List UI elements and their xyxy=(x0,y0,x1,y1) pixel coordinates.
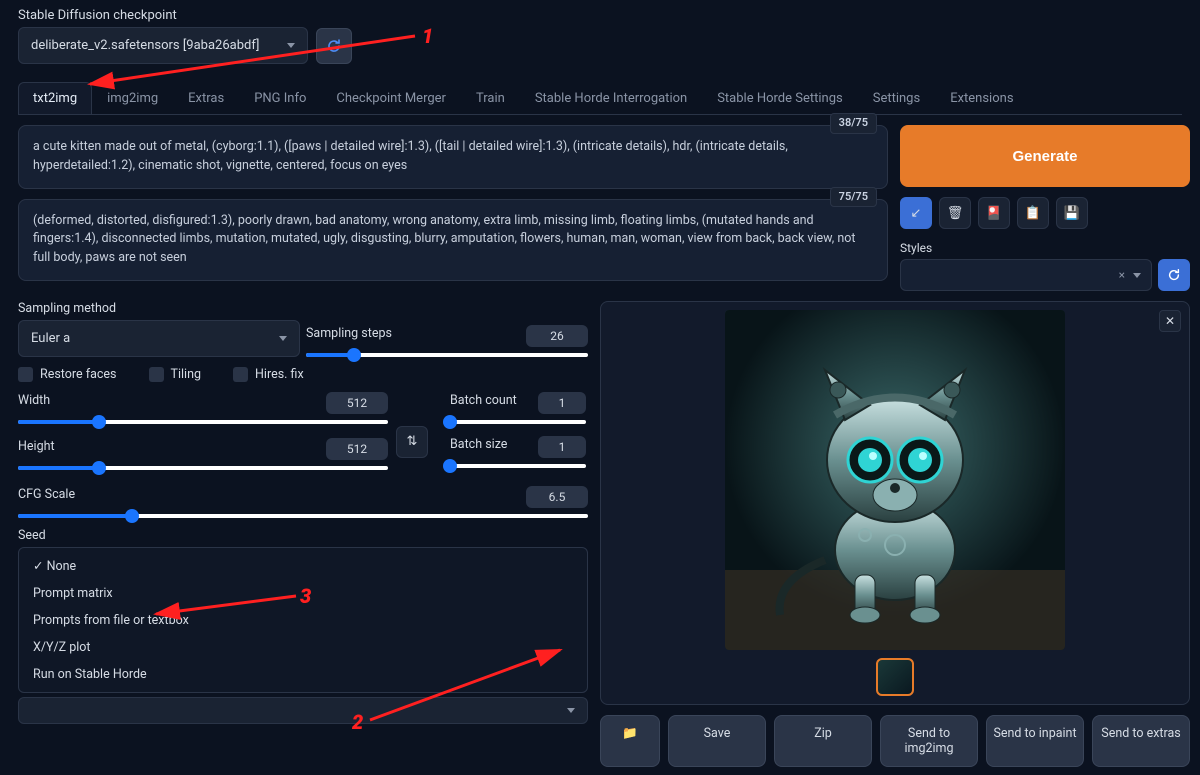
tab-img2img[interactable]: img2img xyxy=(92,82,173,114)
restore-faces-checkbox[interactable]: Restore faces xyxy=(18,367,117,382)
hires-fix-checkbox[interactable]: Hires. fix xyxy=(233,367,304,382)
trash-icon: 🗑 xyxy=(947,206,964,221)
generated-image[interactable] xyxy=(725,310,1065,650)
sampling-steps-slider[interactable] xyxy=(306,353,588,357)
script-menu-item[interactable]: ✓ None xyxy=(19,552,587,580)
main-tabs: txt2imgimg2imgExtrasPNG InfoCheckpoint M… xyxy=(18,82,1182,115)
close-output-button[interactable]: ✕ xyxy=(1159,310,1181,332)
save-button[interactable]: Save xyxy=(668,715,766,767)
checkpoint-value: deliberate_v2.safetensors [9aba26abdf] xyxy=(31,38,259,53)
sampling-method-select[interactable]: Euler a xyxy=(18,320,300,357)
sampling-method-label: Sampling method xyxy=(18,301,300,316)
width-value[interactable]: 512 xyxy=(326,392,388,414)
close-icon: ✕ xyxy=(1165,314,1175,328)
sampling-method-value: Euler a xyxy=(31,331,70,346)
tool-button-save[interactable]: 💾 xyxy=(1056,197,1088,229)
prompt-text: a cute kitten made out of metal, (cyborg… xyxy=(33,139,788,173)
script-select[interactable] xyxy=(18,697,588,724)
tool-button-1[interactable]: ↙ xyxy=(900,197,932,229)
chevron-down-icon xyxy=(279,336,287,341)
styles-label: Styles xyxy=(900,241,1190,255)
batch-count-label: Batch count xyxy=(450,393,517,408)
height-label: Height xyxy=(18,439,55,454)
chevron-down-icon xyxy=(1133,273,1141,278)
script-menu-item[interactable]: Run on Stable Horde xyxy=(19,661,587,688)
tool-button-3[interactable]: 🎴 xyxy=(978,197,1010,229)
zip-button[interactable]: Zip xyxy=(774,715,872,767)
tab-extras[interactable]: Extras xyxy=(173,82,239,114)
cfg-slider[interactable] xyxy=(18,514,588,518)
neg-prompt-token-count: 75/75 xyxy=(830,187,877,208)
send-extras-button[interactable]: Send to extras xyxy=(1092,715,1190,767)
image-icon: 🎴 xyxy=(986,206,1002,221)
tab-txt2img[interactable]: txt2img xyxy=(18,82,92,114)
send-inpaint-button[interactable]: Send to inpaint xyxy=(986,715,1084,767)
tab-extensions[interactable]: Extensions xyxy=(935,82,1028,114)
cfg-label: CFG Scale xyxy=(18,487,75,502)
tab-merger[interactable]: Checkpoint Merger xyxy=(321,82,461,114)
send-img2img-button[interactable]: Send to img2img xyxy=(880,715,978,767)
tool-button-clipboard[interactable]: 📋 xyxy=(1017,197,1049,229)
save-icon: 💾 xyxy=(1064,206,1080,221)
styles-clear-button[interactable]: × xyxy=(1119,268,1125,282)
checkpoint-label: Stable Diffusion checkpoint xyxy=(18,8,1182,23)
neg-prompt-text: (deformed, distorted, disfigured:1.3), p… xyxy=(33,213,855,266)
sampling-steps-value[interactable]: 26 xyxy=(526,325,588,347)
tab-settings[interactable]: Settings xyxy=(858,82,935,114)
negative-prompt-textarea[interactable]: 75/75 (deformed, distorted, disfigured:1… xyxy=(18,199,888,281)
batch-count-slider[interactable] xyxy=(450,420,586,424)
height-slider[interactable] xyxy=(18,466,388,470)
generate-button[interactable]: Generate xyxy=(900,125,1190,187)
height-value[interactable]: 512 xyxy=(326,438,388,460)
robot-kitten-image xyxy=(725,310,1065,650)
refresh-icon xyxy=(326,38,342,54)
tab-horde-set[interactable]: Stable Horde Settings xyxy=(702,82,858,114)
batch-size-label: Batch size xyxy=(450,437,507,452)
swap-icon: ⇅ xyxy=(407,434,418,449)
refresh-checkpoint-button[interactable] xyxy=(316,28,352,64)
refresh-icon xyxy=(1167,268,1181,282)
tab-train[interactable]: Train xyxy=(461,82,520,114)
script-menu-item[interactable]: Prompt matrix xyxy=(19,580,587,607)
width-slider[interactable] xyxy=(18,420,388,424)
output-panel: ✕ xyxy=(600,301,1190,705)
clipboard-icon: 📋 xyxy=(1025,206,1041,221)
prompt-token-count: 38/75 xyxy=(830,113,877,134)
tool-button-trash[interactable]: 🗑 xyxy=(939,197,971,229)
script-menu: ✓ NonePrompt matrixPrompts from file or … xyxy=(18,547,588,693)
chevron-down-icon xyxy=(287,43,295,48)
tiling-checkbox[interactable]: Tiling xyxy=(149,367,202,382)
batch-count-value[interactable]: 1 xyxy=(538,392,586,414)
tab-pnginfo[interactable]: PNG Info xyxy=(239,82,321,114)
arrow-enter-icon: ↙ xyxy=(911,206,922,221)
script-menu-item[interactable]: X/Y/Z plot xyxy=(19,634,587,661)
refresh-styles-button[interactable] xyxy=(1158,259,1190,291)
chevron-down-icon xyxy=(567,708,575,713)
prompt-textarea[interactable]: 38/75 a cute kitten made out of metal, (… xyxy=(18,125,888,189)
cfg-value[interactable]: 6.5 xyxy=(526,486,588,508)
width-label: Width xyxy=(18,393,50,408)
checkpoint-select[interactable]: deliberate_v2.safetensors [9aba26abdf] xyxy=(18,27,308,64)
script-menu-item[interactable]: Prompts from file or textbox xyxy=(19,607,587,634)
output-thumbnail[interactable] xyxy=(876,658,914,696)
styles-select[interactable]: × xyxy=(900,259,1152,291)
open-folder-button[interactable]: 📁 xyxy=(600,715,660,767)
tab-horde-int[interactable]: Stable Horde Interrogation xyxy=(520,82,702,114)
swap-wh-button[interactable]: ⇅ xyxy=(396,426,428,458)
seed-label: Seed xyxy=(18,528,588,543)
batch-size-slider[interactable] xyxy=(450,464,586,468)
batch-size-value[interactable]: 1 xyxy=(538,436,586,458)
sampling-steps-label: Sampling steps xyxy=(306,326,392,341)
